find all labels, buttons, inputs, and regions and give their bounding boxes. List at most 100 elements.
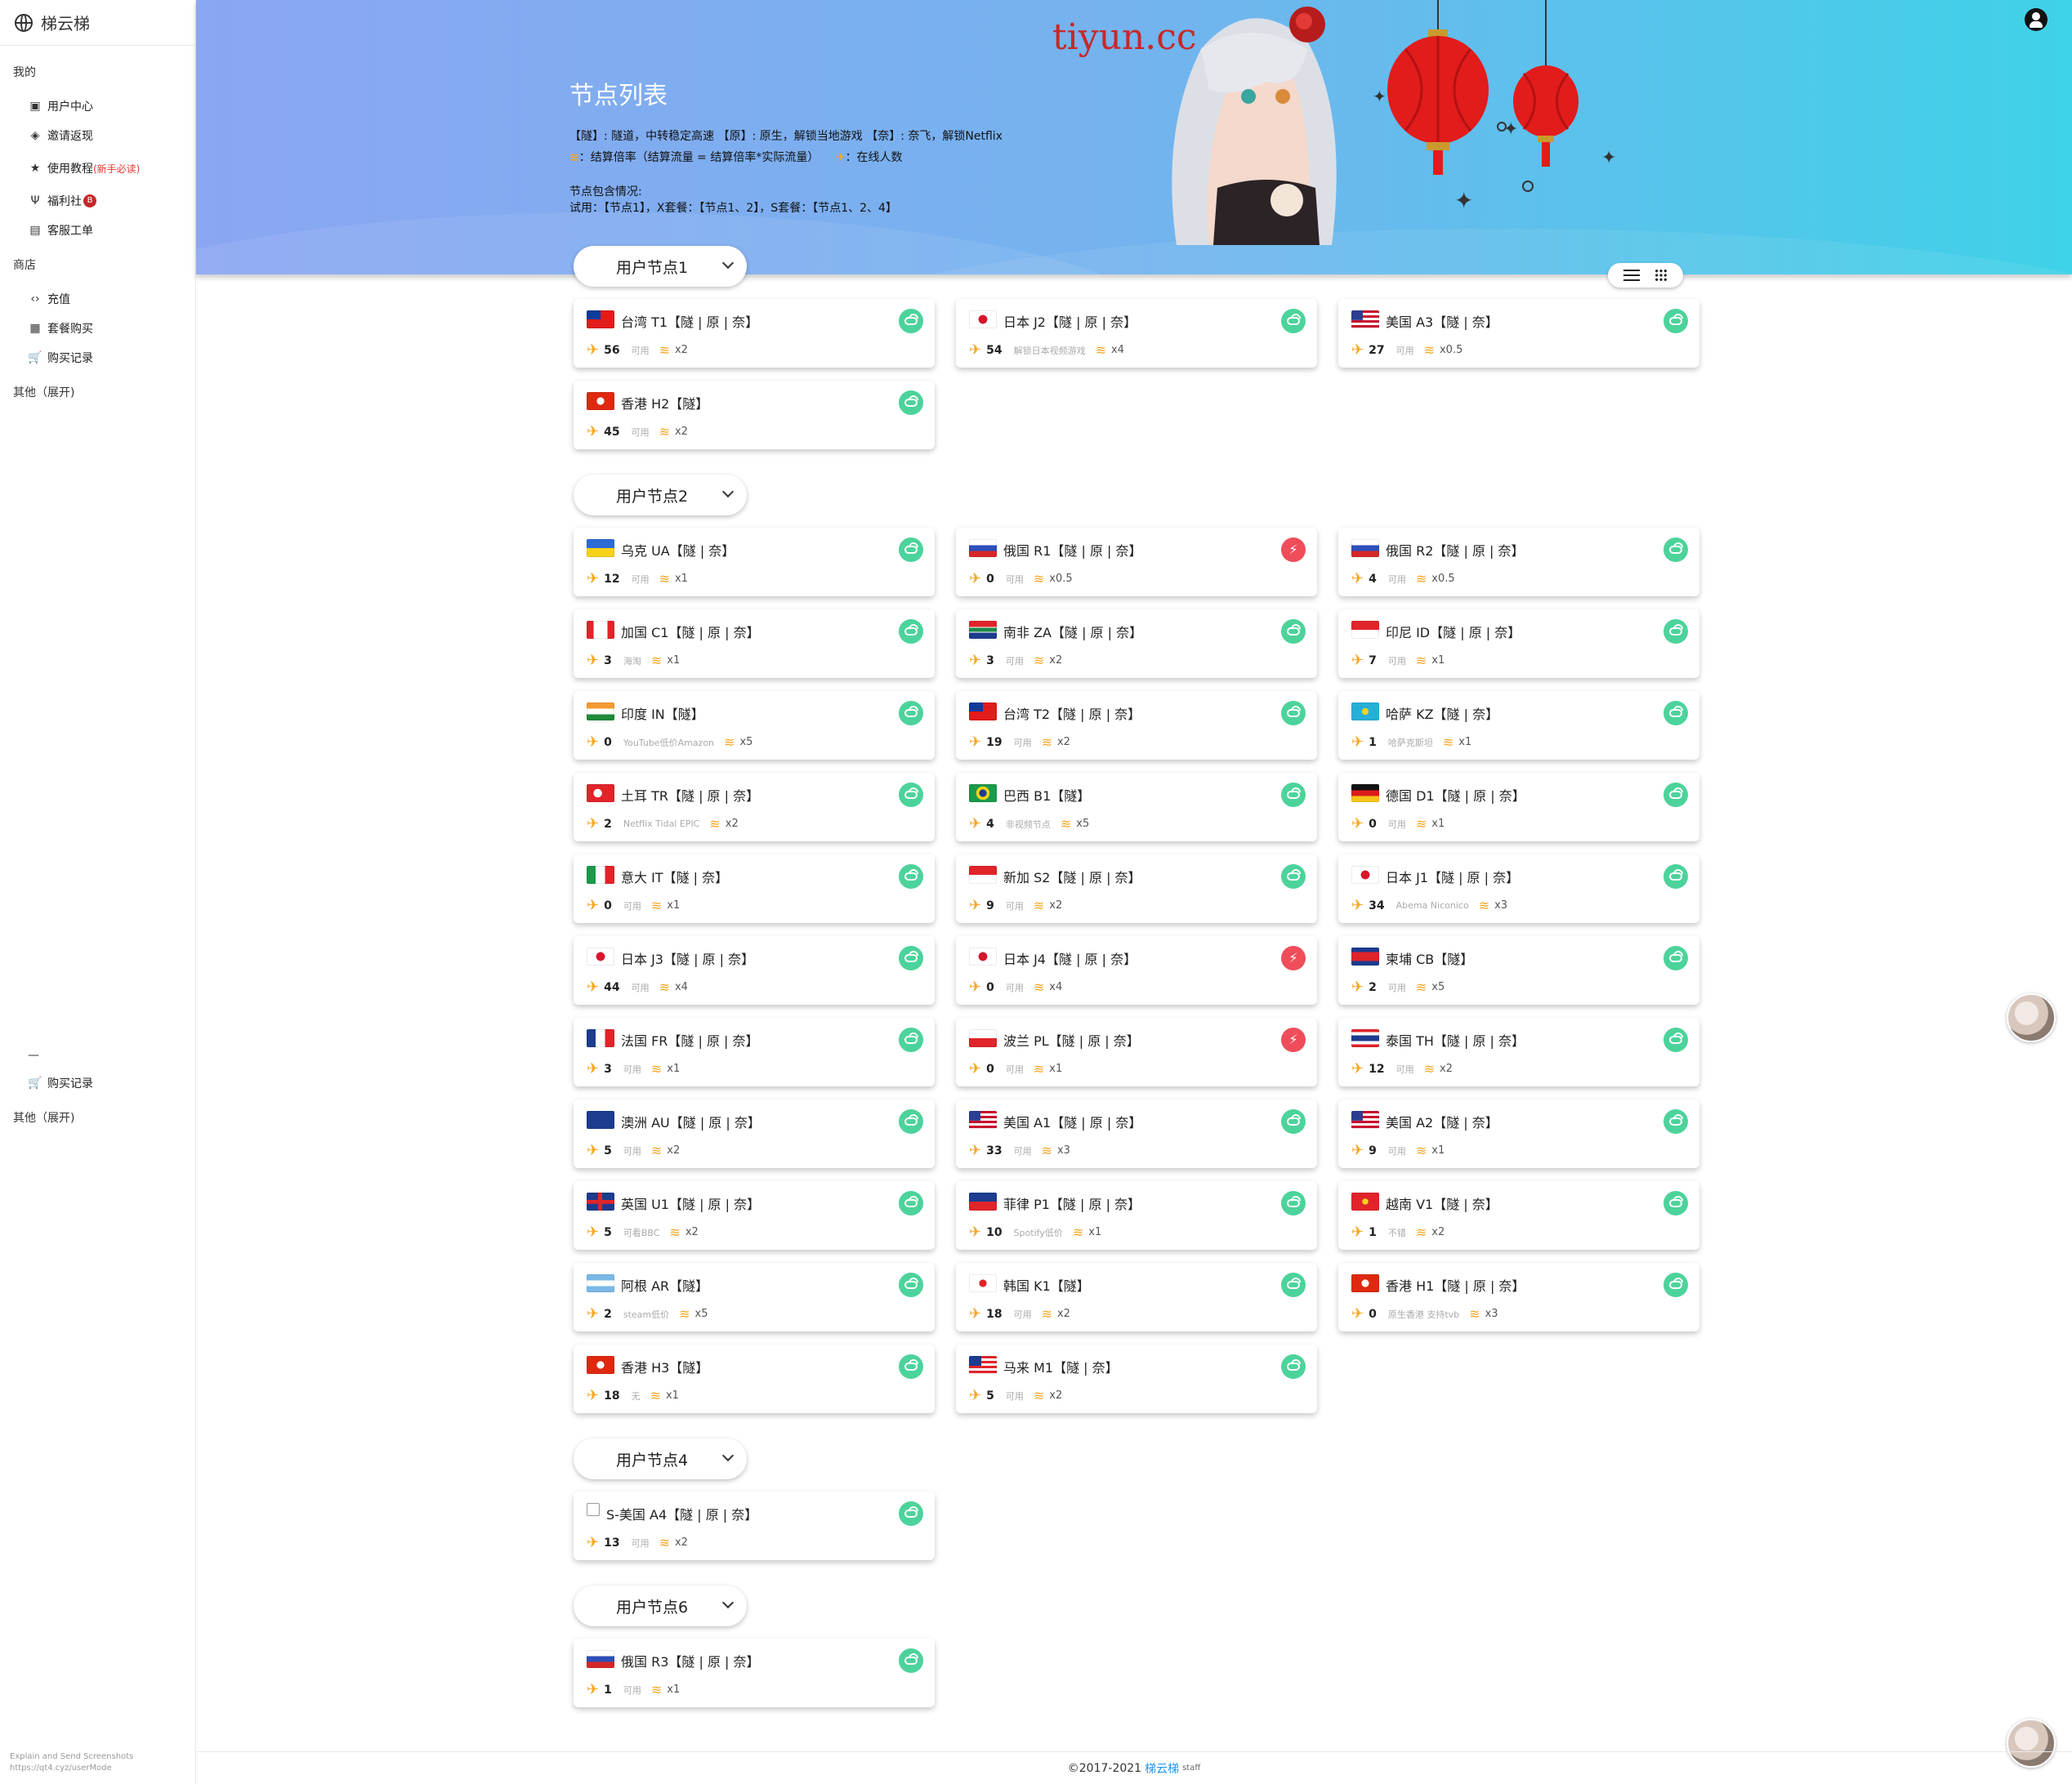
node-card[interactable]: 香港 H2【隧】 ✈ 45 可用 ≋ x2: [574, 381, 935, 449]
node-name: 日本 J2【隧 | 原 | 奈】: [1003, 314, 1137, 330]
node-card[interactable]: S-美国 A4【隧 | 原 | 奈】 ✈ 13 可用 ≋ x2: [574, 1492, 935, 1560]
node-card[interactable]: 日本 J1【隧 | 原 | 奈】 ✈ 34 Abema Niconico ≋ x3: [1338, 854, 1699, 923]
flag-icon: [1351, 539, 1379, 557]
node-card[interactable]: 土耳 TR【隧 | 原 | 奈】 ✈ 2 Netflix Tidal EPIC ≋ x2: [574, 773, 935, 841]
node-info: 可用: [631, 426, 650, 438]
node-name: 澳洲 AU【隧 | 原 | 奈】: [621, 1115, 761, 1131]
sidebar-item-purchase-history-2[interactable]: 🛒 购买记录: [0, 1073, 93, 1093]
account-icon[interactable]: [2025, 8, 2047, 31]
sidebar-item-welfare[interactable]: Ψ 福利社 B: [0, 191, 96, 211]
online-count: 2: [1369, 980, 1377, 994]
node-info: 哈萨克斯坦: [1387, 737, 1433, 748]
node-card[interactable]: 俄国 R1【隧 | 原 | 奈】 ⚡ ✈ 0 可用 ≋ x0.5: [956, 528, 1317, 596]
node-card[interactable]: 德国 D1【隧 | 原 | 奈】 ✈ 0 可用 ≋ x1: [1338, 773, 1699, 841]
node-meta: ✈ 7 可用 ≋ x1: [1351, 652, 1445, 669]
flag-icon: [969, 621, 997, 639]
section-other[interactable]: 其他（展开): [0, 384, 74, 400]
sidebar-item-buy-plan[interactable]: ▦ 套餐购买: [0, 319, 93, 338]
rate-multiplier: x1: [674, 573, 688, 585]
flag-icon: [1351, 1111, 1379, 1129]
node-card[interactable]: 美国 A1【隧 | 原 | 奈】 ✈ 33 可用 ≋ x3: [956, 1099, 1317, 1168]
wifi-icon: ≋: [1033, 571, 1045, 586]
wifi-icon: ≋: [1041, 1306, 1052, 1322]
plane-icon: ✈: [1351, 570, 1364, 587]
node-card[interactable]: 香港 H3【隧】 ✈ 18 无 ≋ x1: [574, 1345, 935, 1413]
brand[interactable]: 梯云梯: [0, 0, 195, 46]
node-name: 印度 IN【隧】: [621, 707, 704, 722]
node-meta: ✈ 0 原生香港 支持tvb ≋ x3: [1351, 1305, 1498, 1322]
sidebar-item-purchase-history[interactable]: 🛒 购买记录: [0, 348, 93, 368]
node-card[interactable]: 越南 V1【隧 | 奈】 ✈ 1 不错 ≋ x2: [1338, 1181, 1699, 1250]
node-card[interactable]: 澳洲 AU【隧 | 原 | 奈】 ✈ 5 可用 ≋ x2: [574, 1099, 935, 1168]
rate-multiplier: x2: [1049, 1389, 1063, 1402]
footer-link[interactable]: 梯云梯: [1145, 1760, 1179, 1777]
node-info: Abema Niconico: [1395, 900, 1469, 911]
node-card[interactable]: 俄国 R2【隧 | 原 | 奈】 ✈ 4 可用 ≋ x0.5: [1338, 528, 1699, 596]
cloud-status-icon: [1281, 864, 1306, 889]
node-meta: ✈ 19 可用 ≋ x2: [969, 734, 1070, 751]
group-header-2[interactable]: 用户节点2: [574, 475, 747, 515]
group-header-1[interactable]: 用户节点1: [574, 246, 747, 287]
node-info: 可用: [1013, 737, 1032, 748]
sidebar-item-label: 购买记录: [47, 1077, 93, 1090]
wifi-icon: ≋: [709, 816, 721, 832]
sidebar-item-tickets[interactable]: ▤ 客服工单: [0, 221, 93, 240]
node-card[interactable]: 意大 IT【隧 | 奈】 ✈ 0 可用 ≋ x1: [574, 854, 935, 923]
rate-multiplier: x5: [1076, 818, 1090, 830]
node-card[interactable]: 阿根 AR【隧】 ✈ 2 steam低价 ≋ x5: [574, 1263, 935, 1331]
sidebar-item-invite[interactable]: ◈ 邀请返现: [0, 126, 93, 145]
online-count: 0: [604, 735, 612, 749]
online-count: 18: [604, 1389, 620, 1403]
node-card[interactable]: 印度 IN【隧】 ✈ 0 YouTube低价Amazon ≋ x5: [574, 691, 935, 760]
node-card[interactable]: 台湾 T1【隧 | 原 | 奈】 ✈ 56 可用 ≋ x2: [574, 299, 935, 368]
node-card[interactable]: 台湾 T2【隧 | 原 | 奈】 ✈ 19 可用 ≋ x2: [956, 691, 1317, 760]
node-card[interactable]: 印尼 ID【隧 | 原 | 奈】 ✈ 7 可用 ≋ x1: [1338, 609, 1699, 678]
online-count: 1: [1369, 735, 1377, 749]
online-count: 0: [986, 1062, 994, 1076]
node-card[interactable]: 巴西 B1【隧】 ✈ 4 非视频节点 ≋ x5: [956, 773, 1317, 841]
node-card[interactable]: 马来 M1【隧 | 奈】 ✈ 5 可用 ≋ x2: [956, 1345, 1317, 1413]
node-card[interactable]: 泰国 TH【隧 | 原 | 奈】 ✈ 12 可用 ≋ x2: [1338, 1018, 1699, 1086]
flag-icon: [587, 948, 614, 966]
plane-icon: ✈: [969, 570, 982, 587]
list-view-icon[interactable]: [1623, 270, 1640, 281]
node-card[interactable]: 菲律 P1【隧 | 原 | 奈】 ✈ 10 Spotify低价 ≋ x1: [956, 1181, 1317, 1250]
node-card[interactable]: 俄国 R3【隧 | 原 | 奈】 ✈ 1 可用 ≋ x1: [574, 1639, 935, 1707]
node-card[interactable]: 英国 U1【隧 | 原 | 奈】 ✈ 5 可看BBC ≋ x2: [574, 1181, 935, 1250]
rate-multiplier: x2: [674, 426, 688, 438]
node-card[interactable]: 加国 C1【隧 | 原 | 奈】 ✈ 3 海淘 ≋ x1: [574, 609, 935, 678]
node-card[interactable]: 新加 S2【隧 | 原 | 奈】 ✈ 9 可用 ≋ x2: [956, 854, 1317, 923]
node-card[interactable]: 柬埔 CB【隧】 ✈ 2 可用 ≋ x5: [1338, 936, 1699, 1005]
node-card[interactable]: 日本 J4【隧 | 原 | 奈】 ⚡ ✈ 0 可用 ≋ x4: [956, 936, 1317, 1005]
node-card[interactable]: 美国 A2【隧 | 奈】 ✈ 9 可用 ≋ x1: [1338, 1099, 1699, 1168]
node-card[interactable]: 日本 J2【隧 | 原 | 奈】 ✈ 54 解锁日本视频游戏 ≋ x4: [956, 299, 1317, 368]
node-card[interactable]: 波兰 PL【隧 | 原 | 奈】 ⚡ ✈ 0 可用 ≋ x1: [956, 1018, 1317, 1086]
sidebar-item-user-center[interactable]: ▣ 用户中心: [0, 96, 93, 116]
plane-icon: ✈: [1351, 341, 1364, 359]
node-card[interactable]: 乌克 UA【隧 | 奈】 ✈ 12 可用 ≋ x1: [574, 528, 935, 596]
sidebar-item-label: 套餐购买: [47, 323, 93, 336]
plane-icon: ✈: [587, 1142, 600, 1159]
online-count: 12: [1369, 1062, 1385, 1076]
node-card[interactable]: 香港 H1【隧 | 原 | 奈】 ✈ 0 原生香港 支持tvb ≋ x3: [1338, 1263, 1699, 1331]
plane-icon: ✈: [587, 1305, 600, 1322]
node-card[interactable]: 日本 J3【隧 | 原 | 奈】 ✈ 44 可用 ≋ x4: [574, 936, 935, 1005]
node-card[interactable]: 韩国 K1【隧】 ✈ 18 可用 ≋ x2: [956, 1263, 1317, 1331]
node-card[interactable]: 哈萨 KZ【隧 | 奈】 ✈ 1 哈萨克斯坦 ≋ x1: [1338, 691, 1699, 760]
node-name: 越南 V1【隧 | 奈】: [1386, 1197, 1498, 1212]
sidebar-item-recharge[interactable]: ‹› 充值: [0, 289, 70, 309]
rate-multiplier: x1: [665, 1389, 679, 1402]
group-header-6[interactable]: 用户节点6: [574, 1586, 747, 1626]
sidebar-item-tutorial[interactable]: ★ 使用教程 (新手必读): [0, 158, 141, 178]
floating-avatar[interactable]: [2007, 993, 2056, 1042]
grid-view-icon[interactable]: [1654, 269, 1668, 282]
rate-multiplier: x1: [667, 899, 681, 912]
section-other-2[interactable]: 其他（展开): [0, 1109, 74, 1126]
node-meta: ✈ 5 可用 ≋ x2: [969, 1387, 1062, 1404]
node-card[interactable]: 法国 FR【隧 | 原 | 奈】 ✈ 3 可用 ≋ x1: [574, 1018, 935, 1086]
node-meta: ✈ 2 Netflix Tidal EPIC ≋ x2: [587, 815, 739, 832]
wifi-icon: ≋: [659, 979, 670, 995]
group-header-4[interactable]: 用户节点4: [574, 1438, 747, 1479]
node-card[interactable]: 南非 ZA【隧 | 原 | 奈】 ✈ 3 可用 ≋ x2: [956, 609, 1317, 678]
node-card[interactable]: 美国 A3【隧 | 奈】 ✈ 27 可用 ≋ x0.5: [1338, 299, 1699, 368]
